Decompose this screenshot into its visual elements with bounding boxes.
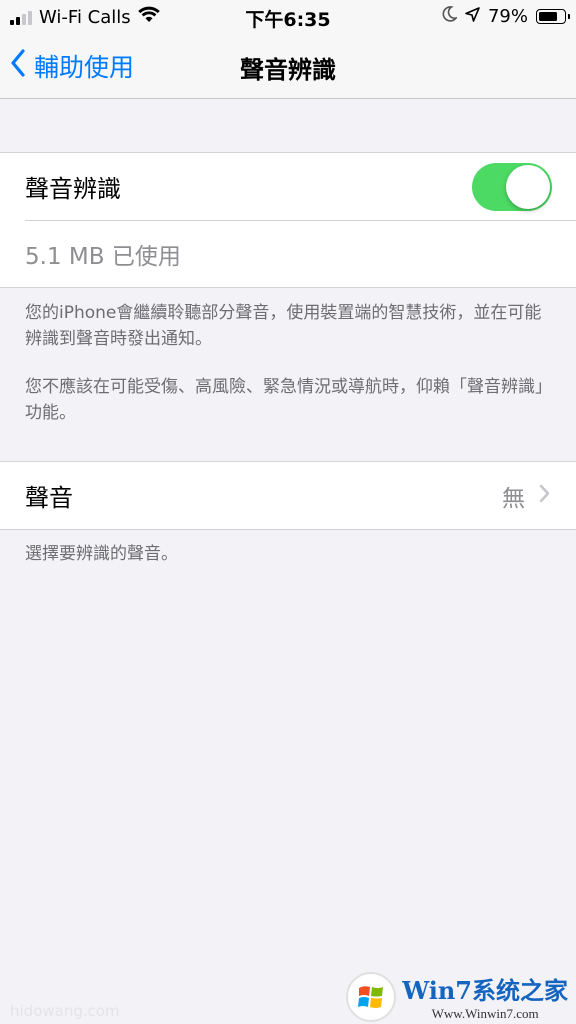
location-icon <box>465 6 480 27</box>
watermark-brand: Win7系统之家 <box>402 976 568 1005</box>
chevron-right-icon <box>539 483 550 509</box>
description-footer: 您的iPhone會繼續聆聽部分聲音，使用裝置端的智慧技術，並在可能辨識到聲音時發… <box>25 300 546 426</box>
battery-icon <box>536 9 570 24</box>
storage-usage-row: 5.1 MB 已使用 <box>0 220 576 287</box>
sound-recognition-label: 聲音辨識 <box>25 175 121 203</box>
status-bar: Wi-Fi Calls 下午6:35 79% <box>0 0 576 34</box>
watermark-text: Win7系统之家 Www.Winwin7.com <box>402 971 568 1022</box>
battery-percent: 79% <box>487 6 528 27</box>
storage-usage-label: 5.1 MB 已使用 <box>25 243 181 270</box>
windows-logo-icon <box>346 971 397 1022</box>
page-title: 聲音辨識 <box>240 56 336 84</box>
sounds-value-wrap: 無 <box>502 462 550 529</box>
sounds-group: 聲音 無 <box>0 461 576 530</box>
warning-paragraph: 您不應該在可能受傷、高風險、緊急情況或導航時，仰賴「聲音辨識」功能。 <box>25 377 544 423</box>
watermark: Win7系统之家 Www.Winwin7.com <box>346 971 568 1022</box>
toggle-knob <box>506 165 550 209</box>
sounds-value: 無 <box>502 485 525 512</box>
navigation-bar: 輔助使用 聲音辨識 <box>0 34 576 99</box>
sound-recognition-group: 聲音辨識 5.1 MB 已使用 <box>0 152 576 288</box>
sounds-row[interactable]: 聲音 無 <box>0 462 576 529</box>
sounds-footer: 選擇要辨識的聲音。 <box>25 544 178 564</box>
description-paragraph: 您的iPhone會繼續聆聽部分聲音，使用裝置端的智慧技術，並在可能辨識到聲音時發… <box>25 303 542 349</box>
watermark-url: Www.Winwin7.com <box>431 1006 539 1021</box>
sound-recognition-row: 聲音辨識 <box>0 153 576 220</box>
sounds-label: 聲音 <box>25 484 73 512</box>
sound-recognition-toggle[interactable] <box>472 163 552 211</box>
moon-icon <box>442 6 458 27</box>
status-right: 79% <box>442 6 570 27</box>
watermark-left-text: hidowang.com <box>10 1002 120 1020</box>
